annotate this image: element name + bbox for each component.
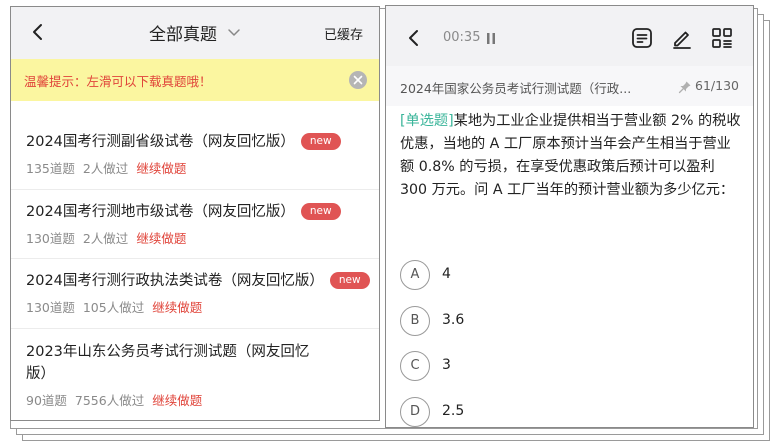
option-a[interactable]: A 4 bbox=[400, 260, 730, 290]
item-title: 2023年山东公务员考试行测试题（网友回忆版） bbox=[26, 344, 310, 382]
done-count: 2人做过 bbox=[82, 231, 129, 246]
option-c[interactable]: C 3 bbox=[400, 351, 730, 381]
pencil-icon[interactable] bbox=[670, 26, 694, 50]
item-meta: 130道题 105人做过 继续做题 bbox=[26, 297, 210, 316]
option-letter: B bbox=[400, 306, 430, 336]
item-meta: 130道题 2人做过 继续做题 bbox=[26, 228, 194, 247]
close-icon[interactable] bbox=[348, 70, 368, 90]
option-text: 4 bbox=[442, 266, 451, 282]
exam-subheader: 2024年国家公务员考试行测试题（行政... 61/130 bbox=[386, 66, 753, 106]
timer: 00:35 bbox=[443, 30, 481, 45]
option-text: 2.5 bbox=[442, 403, 465, 419]
done-count: 105人做过 bbox=[82, 300, 145, 315]
question-progress: 61/130 bbox=[695, 78, 739, 93]
new-badge: new bbox=[300, 133, 341, 150]
option-letter: D bbox=[400, 397, 430, 427]
option-letter: A bbox=[400, 260, 430, 290]
tip-text: 温馨提示：左滑可以下载真题哦！ bbox=[24, 74, 212, 89]
new-badge: new bbox=[300, 203, 341, 220]
question-text: [单选题]某地为工业企业提供相当于营业额 2% 的税收优惠，当地的 A 工厂原本… bbox=[400, 110, 742, 202]
cached-button[interactable]: 已缓存 bbox=[324, 24, 363, 43]
title-dropdown[interactable]: 全部真题 bbox=[149, 20, 241, 45]
continue-link[interactable]: 继续做题 bbox=[152, 393, 202, 408]
done-count: 7556人做过 bbox=[74, 393, 145, 408]
item-title: 2024国考行测地市级试卷（网友回忆版） new bbox=[26, 201, 366, 223]
new-badge: new bbox=[329, 272, 370, 289]
list-item[interactable]: 2024国考行测地市级试卷（网友回忆版） new 130道题 2人做过 继续做题 bbox=[11, 190, 379, 259]
item-title: 2024国考行测行政执法类试卷（网友回忆版） new bbox=[26, 270, 371, 292]
list-item[interactable]: 2024国考行测行政执法类试卷（网友回忆版） new 130道题 105人做过 继续做… bbox=[11, 259, 379, 329]
question-count: 90道题 bbox=[26, 393, 67, 408]
question-type: [单选题] bbox=[400, 113, 454, 129]
continue-link[interactable]: 继续做题 bbox=[152, 300, 202, 315]
pin-icon[interactable] bbox=[678, 80, 692, 94]
list-item[interactable]: 2023年山东公务员考试行测试题（网友回忆版） 90道题 7556人做过 继续做题 bbox=[11, 329, 379, 420]
continue-link[interactable]: 继续做题 bbox=[136, 161, 186, 176]
question-count: 130道题 bbox=[26, 300, 75, 315]
continue-link[interactable]: 继续做题 bbox=[136, 231, 186, 246]
item-meta: 90道题 7556人做过 继续做题 bbox=[26, 390, 210, 409]
page-title-text: 全部真题 bbox=[149, 25, 217, 45]
pause-icon[interactable] bbox=[486, 33, 496, 44]
item-title: 2024国考行测副省级试卷（网友回忆版） new bbox=[26, 131, 366, 153]
option-text: 3.6 bbox=[442, 312, 465, 328]
option-b[interactable]: B 3.6 bbox=[400, 306, 730, 336]
tip-banner: 温馨提示：左滑可以下载真题哦！ bbox=[11, 59, 379, 101]
exam-list-panel: 全部真题 已缓存 温馨提示：左滑可以下载真题哦！ 2024国考行测副省级试卷（网… bbox=[10, 6, 380, 421]
grid-menu-icon[interactable] bbox=[710, 26, 734, 50]
option-letter: C bbox=[400, 351, 430, 381]
option-text: 3 bbox=[442, 357, 451, 373]
list-item[interactable]: 2024国考行测副省级试卷（网友回忆版） new 135道题 2人做过 继续做题 bbox=[11, 101, 379, 190]
question-count: 130道题 bbox=[26, 231, 75, 246]
back-arrow-icon[interactable] bbox=[404, 28, 424, 48]
option-d[interactable]: D 2.5 bbox=[400, 397, 730, 427]
item-meta: 135道题 2人做过 继续做题 bbox=[26, 158, 194, 177]
question-panel: 00:35 2024年国家公务员考试行测试题（行政... 61/130 [单选题… bbox=[385, 5, 754, 428]
chevron-down-icon bbox=[228, 28, 240, 36]
done-count: 2人做过 bbox=[82, 161, 129, 176]
list-header: 全部真题 已缓存 bbox=[11, 7, 379, 59]
exam-name: 2024年国家公务员考试行测试题（行政... bbox=[400, 81, 632, 96]
answer-sheet-icon[interactable] bbox=[630, 26, 654, 50]
question-header: 00:35 bbox=[386, 6, 753, 66]
question-count: 135道题 bbox=[26, 161, 75, 176]
